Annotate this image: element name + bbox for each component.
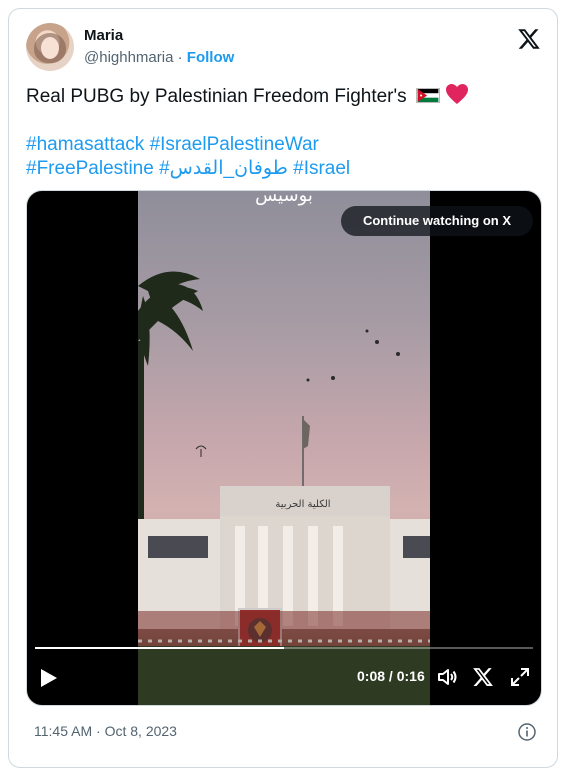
building: الكلية الحربية	[138, 486, 430, 629]
text-spacer	[26, 109, 537, 133]
follow-button[interactable]: Follow	[187, 49, 235, 66]
fullscreen-icon[interactable]	[509, 666, 531, 688]
handle-separator: ·	[177, 49, 183, 66]
video-frame[interactable]: بوسيس الكلية الحربية	[138, 191, 430, 705]
x-logo-icon[interactable]	[472, 666, 494, 688]
tweet-date: Oct 8, 2023	[104, 723, 177, 739]
tweet-text: Real PUBG by Palestinian Freedom Fighter…	[26, 86, 407, 107]
tweet-text-line: Real PUBG by Palestinian Freedom Fighter…	[26, 83, 537, 109]
author-handle[interactable]: @highhmaria	[84, 49, 173, 66]
play-icon[interactable]	[41, 669, 57, 687]
tweet-timestamp[interactable]: 11:45 AM · Oct 8, 2023	[34, 723, 177, 739]
progress-bar[interactable]	[35, 647, 533, 649]
red-heart-icon	[446, 84, 469, 104]
video-player[interactable]: بوسيس الكلية الحربية Continue watching o…	[26, 190, 542, 706]
parachutes	[195, 329, 400, 457]
video-scene: بوسيس الكلية الحربية	[138, 191, 430, 705]
hashtags-line-1[interactable]: #hamasattack #IsraelPalestineWar	[26, 133, 537, 157]
time-separator: /	[385, 668, 397, 684]
tweet-time: 11:45 AM	[34, 723, 93, 739]
continue-watching-button[interactable]: Continue watching on X	[341, 206, 533, 236]
x-logo-icon[interactable]	[517, 27, 541, 51]
duration: 0:16	[396, 668, 425, 684]
video-controls: 0:08 / 0:16	[27, 645, 541, 705]
progress-fill	[35, 647, 284, 649]
author-name[interactable]: Maria	[84, 27, 123, 44]
volume-icon[interactable]	[436, 666, 458, 688]
video-time: 0:08 / 0:16	[357, 668, 425, 684]
jordan-flag-icon	[415, 88, 440, 103]
tweet-header: Maria @highhmaria · Follow	[26, 23, 543, 75]
flag-pole	[302, 416, 310, 491]
tweet-body: Real PUBG by Palestinian Freedom Fighter…	[26, 83, 537, 181]
avatar[interactable]	[26, 23, 74, 71]
handle-row: @highhmaria · Follow	[84, 49, 234, 66]
hashtags-line-2[interactable]: #FreePalestine #طوفان_القدس #Israel	[26, 157, 537, 181]
timestamp-separator: ·	[96, 723, 101, 739]
building-sign: الكلية الحربية	[275, 499, 330, 510]
tweet-card: Maria @highhmaria · Follow Real PUBG by …	[8, 8, 558, 768]
current-time: 0:08	[357, 668, 386, 684]
avatar-face	[41, 37, 59, 59]
info-icon[interactable]	[518, 723, 536, 741]
video-caption: بوسيس	[255, 191, 313, 206]
palm-tree	[138, 271, 203, 541]
